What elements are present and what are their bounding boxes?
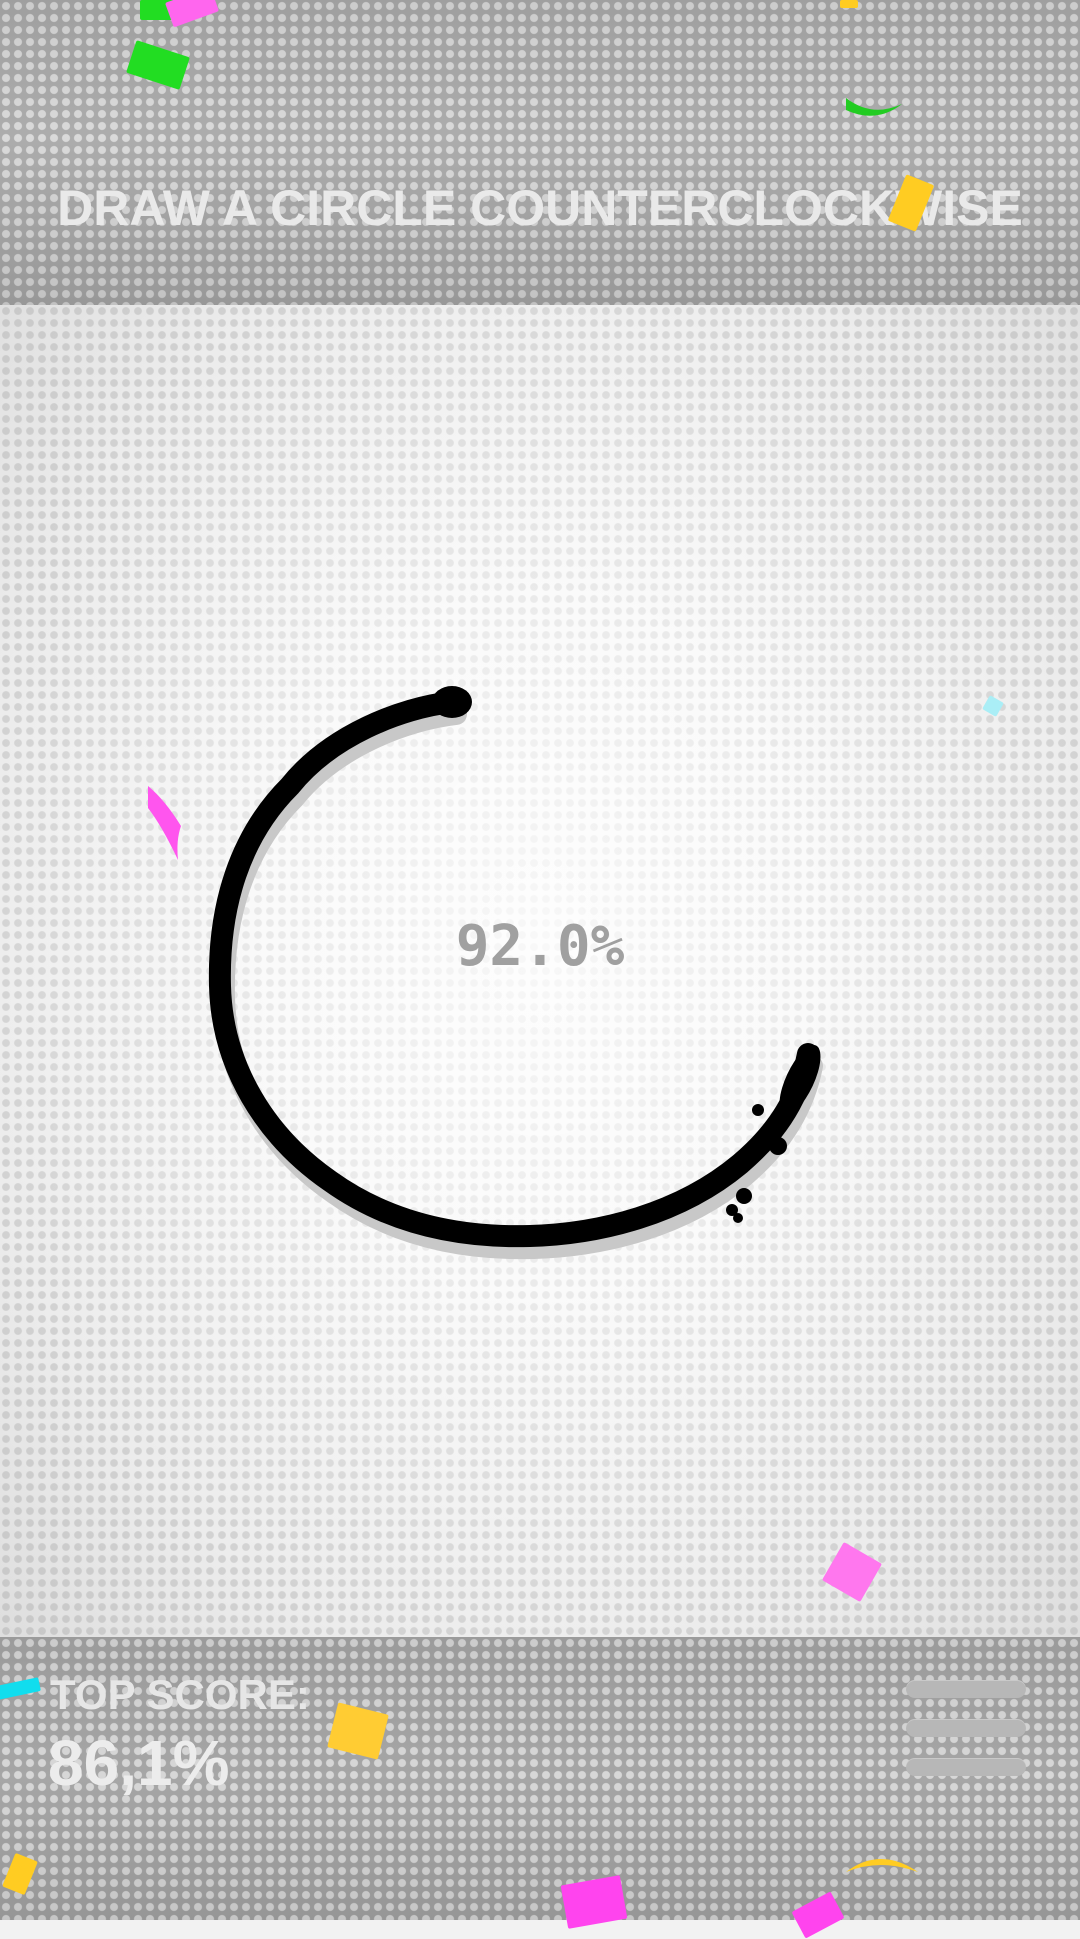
- confetti-piece: [846, 98, 902, 116]
- confetti-curls: [148, 98, 918, 1872]
- confetti-piece: [846, 1859, 918, 1872]
- confetti-piece: [148, 786, 181, 860]
